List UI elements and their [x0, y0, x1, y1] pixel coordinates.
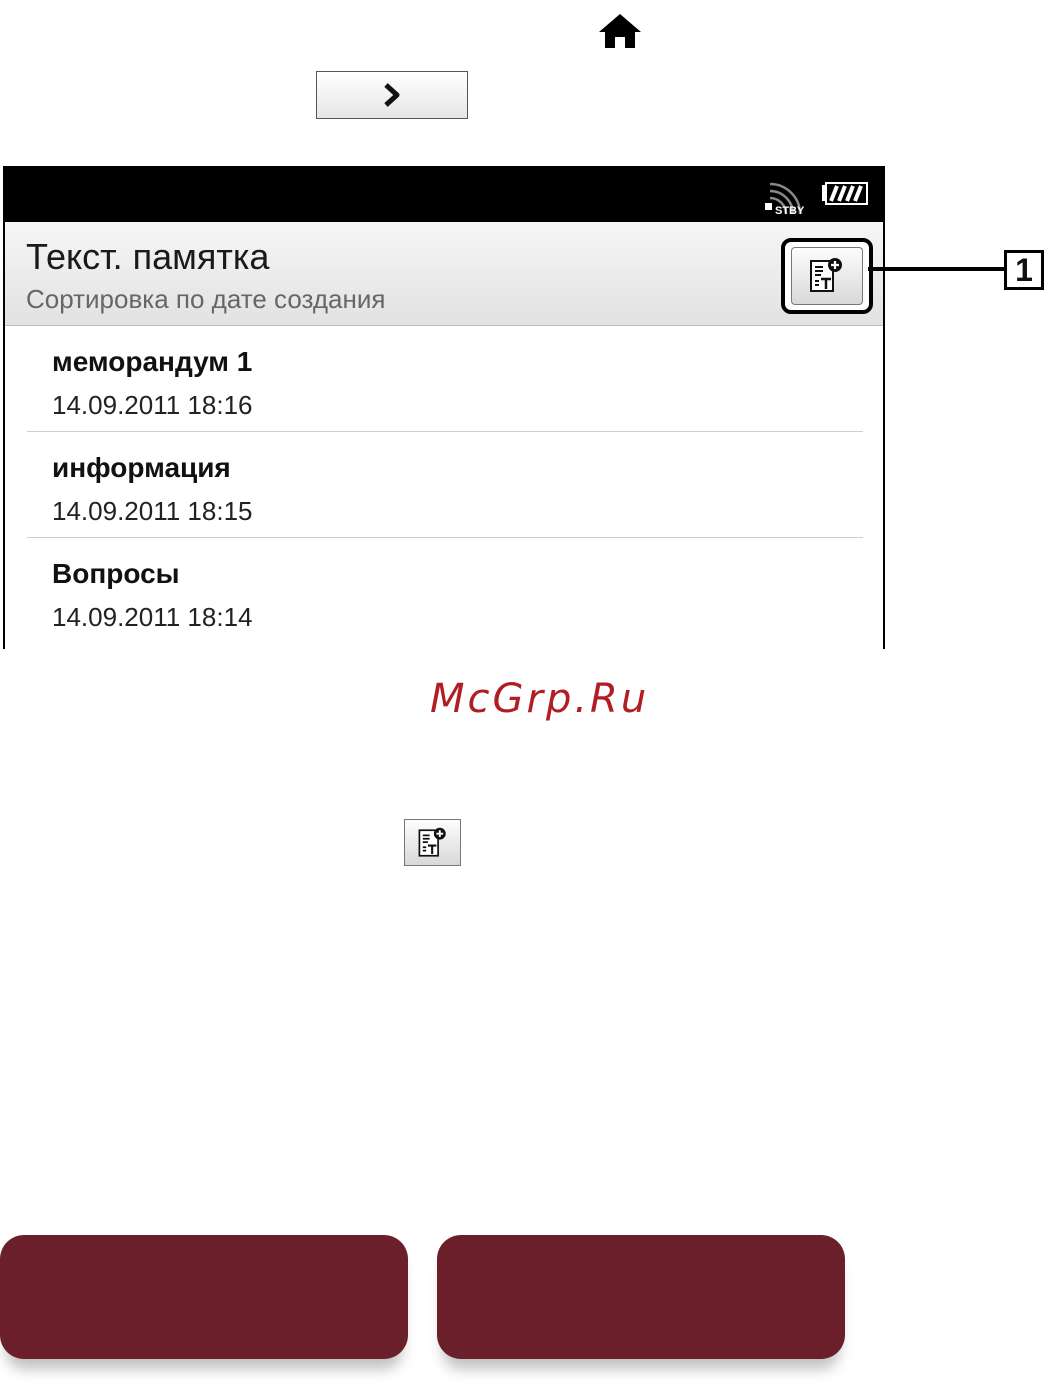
battery-icon	[822, 182, 868, 205]
bottom-tab-left[interactable]	[0, 1235, 408, 1359]
memo-item[interactable]: Вопросы 14.09.2011 18:14	[27, 538, 863, 644]
memo-title: Вопросы	[52, 558, 180, 589]
memo-item[interactable]: меморандум 1 14.09.2011 18:16	[27, 326, 863, 432]
memo-title: меморандум 1	[52, 346, 253, 377]
device-screen: STBY Текст. памятка Сортировка по дате с…	[3, 166, 885, 649]
watermark: McGrp.Ru	[430, 676, 650, 722]
memo-title: информация	[52, 452, 231, 483]
inline-new-memo-icon-frame	[404, 819, 461, 866]
wireless-standby-icon: STBY	[765, 182, 805, 216]
header: Текст. памятка Сортировка по дате создан…	[5, 222, 883, 326]
stby-label: STBY	[775, 205, 805, 216]
next-page-button[interactable]	[316, 71, 468, 119]
new-text-memo-icon	[810, 258, 842, 292]
new-memo-button[interactable]	[781, 238, 873, 314]
bottom-tab-right[interactable]	[437, 1235, 845, 1359]
memo-date: 14.09.2011 18:15	[52, 496, 253, 526]
memo-item[interactable]: информация 14.09.2011 18:15	[27, 432, 863, 538]
chevron-right-icon	[384, 83, 400, 107]
home-icon	[599, 14, 641, 48]
new-memo-button-face	[791, 247, 863, 305]
callout-line	[868, 267, 1005, 271]
new-text-memo-icon	[418, 827, 446, 857]
status-bar: STBY	[5, 166, 883, 222]
memo-date: 14.09.2011 18:14	[52, 602, 253, 632]
sort-order-label[interactable]: Сортировка по дате создания	[26, 284, 385, 315]
memo-date: 14.09.2011 18:16	[52, 390, 253, 420]
callout-label: 1	[1004, 250, 1044, 290]
page-title: Текст. памятка	[26, 236, 270, 277]
memo-list: меморандум 1 14.09.2011 18:16 информация…	[27, 326, 863, 644]
